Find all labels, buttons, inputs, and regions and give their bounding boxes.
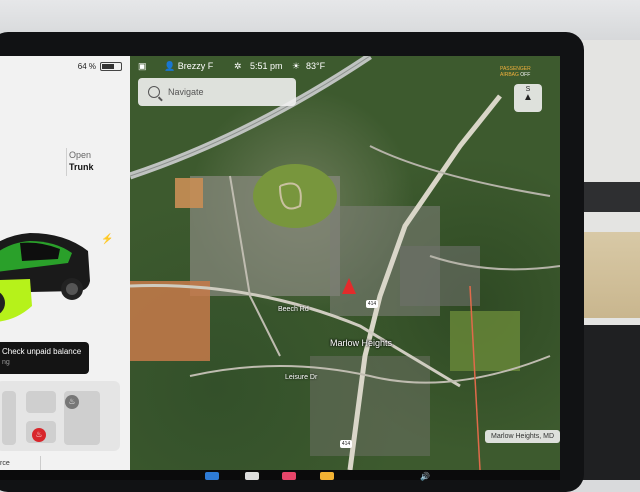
app-taskbar: [0, 470, 560, 480]
compass-button[interactable]: S ▲: [514, 84, 542, 112]
phone-icon[interactable]: [205, 472, 219, 480]
search-icon: [148, 86, 160, 98]
temperature: 83°F: [306, 61, 326, 71]
apps-icon[interactable]: [320, 472, 334, 480]
sun-icon: ☀: [292, 61, 301, 71]
unpaid-balance-alert[interactable]: Check unpaid balance ng: [0, 342, 89, 374]
location-chip[interactable]: Marlow Heights, MD: [485, 430, 560, 443]
clock: 5:51 pm: [250, 61, 283, 71]
open-trunk-button[interactable]: Open Trunk: [69, 149, 94, 173]
driver-seat[interactable]: [2, 391, 16, 445]
trunk-action: Open: [69, 150, 92, 160]
app-icon[interactable]: [245, 472, 259, 480]
route-shield: 414: [340, 440, 352, 448]
airbag-line-2: AIRBAG: [500, 72, 519, 78]
wood-trim: [576, 232, 640, 318]
volume-icon[interactable]: 🔊: [420, 472, 434, 481]
battery-fill: [102, 64, 114, 69]
lightning-icon: ⚡: [101, 234, 114, 245]
touchscreen: 64 % Open Trunk ⚡ Check unpaid balance n…: [0, 56, 560, 470]
route-shield: 414: [366, 300, 378, 308]
dashboard: [578, 325, 640, 480]
map-imagery: [130, 56, 560, 470]
steering-heat-icon[interactable]: ♨: [65, 395, 79, 409]
front-seat[interactable]: [26, 391, 56, 413]
battery-icon: [100, 62, 122, 71]
trunk-label: Trunk: [69, 162, 94, 172]
profile-name: Brezzy F: [177, 61, 214, 71]
map-status-bar: ▣ 👤 Brezzy F ✲ 5:51 pm ☀ 83°F: [130, 56, 560, 76]
battery-indicator: 64 %: [78, 62, 122, 71]
seat-heater-icon[interactable]: ♨: [32, 428, 46, 442]
navigate-search-bar[interactable]: Navigate: [138, 78, 296, 106]
divider: [66, 148, 67, 176]
battery-percent: 64 %: [77, 62, 96, 71]
profile-button[interactable]: 👤 Brezzy F: [164, 61, 213, 72]
divider: [40, 456, 41, 470]
alert-subtitle: ng: [2, 359, 10, 366]
sentry-icon[interactable]: ✲: [234, 61, 242, 72]
search-placeholder: Navigate: [168, 87, 204, 97]
road-label: Beech Rd: [278, 306, 309, 313]
car-model-image[interactable]: [0, 211, 92, 326]
navigation-map[interactable]: ▣ 👤 Brezzy F ✲ 5:51 pm ☀ 83°F PASSENGER …: [130, 56, 560, 470]
dash-vent: [578, 182, 640, 212]
car-status-panel: 64 % Open Trunk ⚡ Check unpaid balance n…: [0, 56, 130, 470]
current-location-arrow-icon: [342, 278, 356, 294]
city-label: Marlow Heights: [330, 338, 393, 348]
road-label: Leisure Dr: [285, 374, 318, 381]
lock-icon[interactable]: ▣: [138, 61, 147, 72]
airbag-state: OFF: [520, 72, 531, 78]
calendar-icon[interactable]: [282, 472, 296, 480]
seat-climate-card[interactable]: ♨ ♨: [0, 381, 120, 451]
passenger-airbag-indicator: PASSENGER AIRBAG OFF: [500, 66, 531, 78]
north-arrow-icon: ▲: [523, 92, 533, 103]
bottom-label: rce: [0, 460, 10, 467]
alert-title: Check unpaid balance: [2, 347, 82, 356]
